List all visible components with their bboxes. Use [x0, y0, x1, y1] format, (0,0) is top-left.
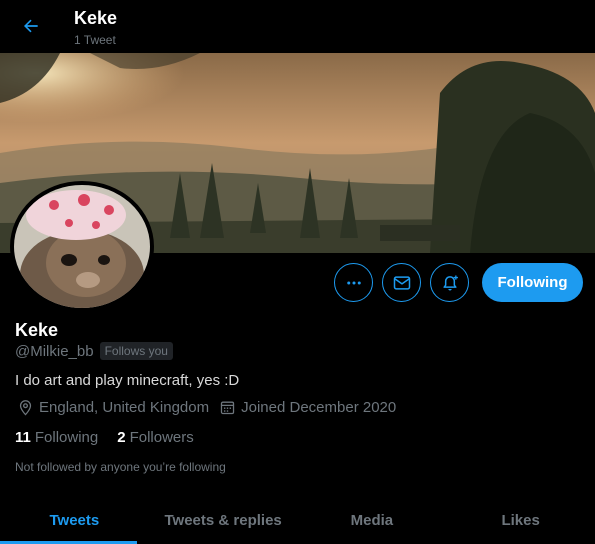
- tab-likes[interactable]: Likes: [446, 496, 595, 544]
- followers-label: Followers: [129, 429, 194, 446]
- follows-you-badge: Follows you: [99, 342, 173, 360]
- joined-text: Joined December 2020: [241, 399, 397, 416]
- profile-meta: England, United Kingdom Joined December …: [17, 399, 406, 416]
- tab-label: Tweets & replies: [164, 511, 282, 529]
- profile-name: Keke: [15, 320, 59, 340]
- more-icon: [346, 281, 361, 284]
- message-button[interactable]: [382, 263, 421, 302]
- calendar-icon: [220, 401, 235, 415]
- top-bar: Keke 1 Tweet: [0, 0, 595, 53]
- tab-media[interactable]: Media: [298, 496, 447, 544]
- tab-tweets-replies[interactable]: Tweets & replies: [149, 496, 298, 544]
- bell-plus-icon: [442, 275, 458, 290]
- avatar[interactable]: [10, 181, 154, 312]
- more-button[interactable]: [334, 263, 373, 302]
- page-title: Keke: [74, 8, 118, 28]
- joined-item: Joined December 2020: [219, 399, 396, 416]
- back-button[interactable]: [14, 9, 48, 43]
- tab-label: Media: [350, 511, 394, 529]
- profile-actions: Following: [334, 263, 583, 302]
- tab-label: Tweets: [49, 511, 100, 529]
- location-item: England, United Kingdom: [17, 399, 209, 416]
- handle-row: @Milkie_bb Follows you: [15, 342, 173, 360]
- notify-button[interactable]: [430, 263, 469, 302]
- profile-tabs: Tweets Tweets & replies Media Likes: [0, 496, 595, 544]
- location-pin-icon: [19, 400, 32, 416]
- location-text: England, United Kingdom: [39, 399, 210, 416]
- followers-stat[interactable]: 2 Followers: [117, 429, 194, 446]
- follow-stats: 11 Following 2 Followers: [15, 429, 213, 446]
- mail-icon: [393, 275, 410, 290]
- followers-count: 2: [117, 429, 126, 446]
- tweet-count: 1 Tweet: [74, 33, 116, 47]
- not-followed-note: Not followed by anyone you’re following: [15, 460, 226, 474]
- profile-handle: @Milkie_bb: [15, 342, 94, 360]
- following-button[interactable]: Following: [482, 263, 583, 302]
- following-stat[interactable]: 11 Following: [15, 429, 98, 446]
- arrow-left-icon: [24, 19, 38, 33]
- following-count: 11: [15, 429, 31, 446]
- following-label: Following: [34, 429, 99, 446]
- tab-tweets[interactable]: Tweets: [0, 496, 149, 544]
- profile-bio: I do art and play minecraft, yes :D: [15, 372, 240, 389]
- tab-label: Likes: [501, 511, 540, 529]
